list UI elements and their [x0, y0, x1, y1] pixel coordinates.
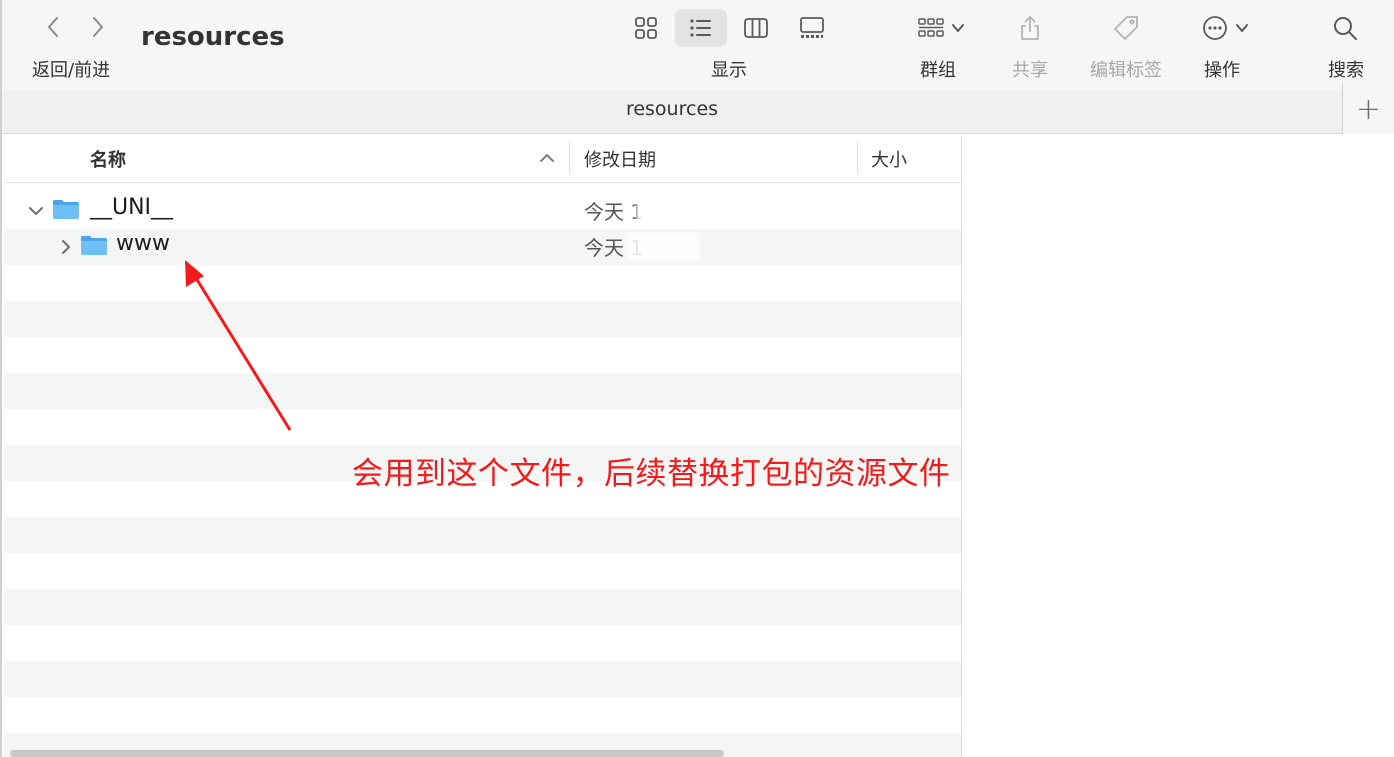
empty-row — [4, 625, 961, 661]
empty-row — [4, 589, 961, 625]
table-row[interactable]: __UNI__ 今天 1 — [4, 193, 961, 229]
list-header: 名称 修改日期 大小 — [4, 135, 961, 183]
share-button[interactable] — [1015, 10, 1045, 46]
chevron-left-icon — [48, 17, 58, 37]
folder-icon — [53, 200, 79, 219]
chevron-down-icon[interactable] — [28, 202, 44, 220]
search-icon — [1334, 17, 1357, 40]
redacted-area — [636, 199, 700, 223]
empty-row — [4, 301, 961, 337]
tag-icon — [1114, 16, 1138, 40]
group-button[interactable] — [911, 10, 971, 46]
share-icon — [1021, 16, 1039, 40]
tab-resources[interactable]: resources — [2, 98, 1342, 120]
column-divider[interactable] — [857, 142, 858, 174]
empty-row — [4, 697, 961, 733]
toolbar: 返回/前进 resources 显示 群组 共享 编辑标签 操作 搜索 — [2, 0, 1394, 90]
columns-icon — [744, 18, 768, 38]
icon-grid-icon — [635, 17, 657, 39]
file-name: __UNI__ — [90, 195, 174, 220]
redacted-area — [626, 233, 700, 261]
column-header-modified[interactable]: 修改日期 — [584, 146, 656, 172]
file-date: 今天 1 — [584, 200, 644, 224]
nav-label: 返回/前进 — [32, 60, 111, 81]
chevron-down-icon — [952, 24, 964, 32]
empty-row — [4, 373, 961, 409]
view-label: 显示 — [711, 60, 747, 81]
empty-row — [4, 265, 961, 301]
chevron-down-icon — [1236, 24, 1248, 32]
list-icon — [690, 19, 711, 37]
chevron-right-icon[interactable] — [58, 238, 74, 256]
table-row[interactable]: www 今天 1 — [4, 229, 961, 265]
empty-row — [4, 337, 961, 373]
empty-row — [4, 517, 961, 553]
more-options-icon — [1203, 16, 1227, 40]
folder-icon — [81, 236, 107, 255]
column-divider[interactable] — [569, 142, 570, 174]
action-label: 操作 — [1204, 60, 1240, 81]
view-columns-button[interactable] — [730, 9, 782, 47]
redacted-area — [179, 199, 279, 223]
empty-row — [4, 409, 961, 445]
chevron-right-icon — [93, 17, 103, 37]
action-button[interactable] — [1198, 10, 1252, 46]
finder-window: 返回/前进 resources 显示 群组 共享 编辑标签 操作 搜索 reso… — [0, 0, 1394, 757]
tab-bar: resources — [2, 90, 1394, 134]
file-list: 名称 修改日期 大小 __UNI__ 今天 1 www 今天 1 — [4, 135, 961, 757]
preview-pane — [961, 135, 1394, 757]
new-tab-button[interactable]: + — [1342, 84, 1394, 134]
empty-row — [4, 661, 961, 697]
window-title: resources — [141, 22, 285, 52]
horizontal-scrollbar[interactable] — [10, 750, 724, 757]
search-label: 搜索 — [1328, 60, 1364, 81]
edit-tags-button[interactable] — [1110, 10, 1142, 46]
gallery-icon — [800, 17, 824, 38]
search-button[interactable] — [1330, 10, 1360, 46]
view-list-button[interactable] — [675, 9, 727, 47]
column-header-name[interactable]: 名称 — [90, 146, 126, 172]
annotation-text: 会用到这个文件，后续替换打包的资源文件 — [352, 456, 951, 492]
view-gallery-button[interactable] — [786, 9, 838, 47]
column-header-size[interactable]: 大小 — [871, 146, 907, 172]
back-button[interactable] — [38, 10, 68, 44]
share-label: 共享 — [1012, 60, 1048, 81]
edit-tags-label: 编辑标签 — [1090, 60, 1162, 81]
file-name: www — [116, 231, 170, 256]
forward-button[interactable] — [83, 10, 113, 44]
group-grid-icon — [918, 18, 944, 37]
empty-row — [4, 553, 961, 589]
view-icons-button[interactable] — [620, 9, 672, 47]
sort-ascending-icon[interactable] — [540, 153, 554, 163]
group-label: 群组 — [920, 60, 956, 81]
